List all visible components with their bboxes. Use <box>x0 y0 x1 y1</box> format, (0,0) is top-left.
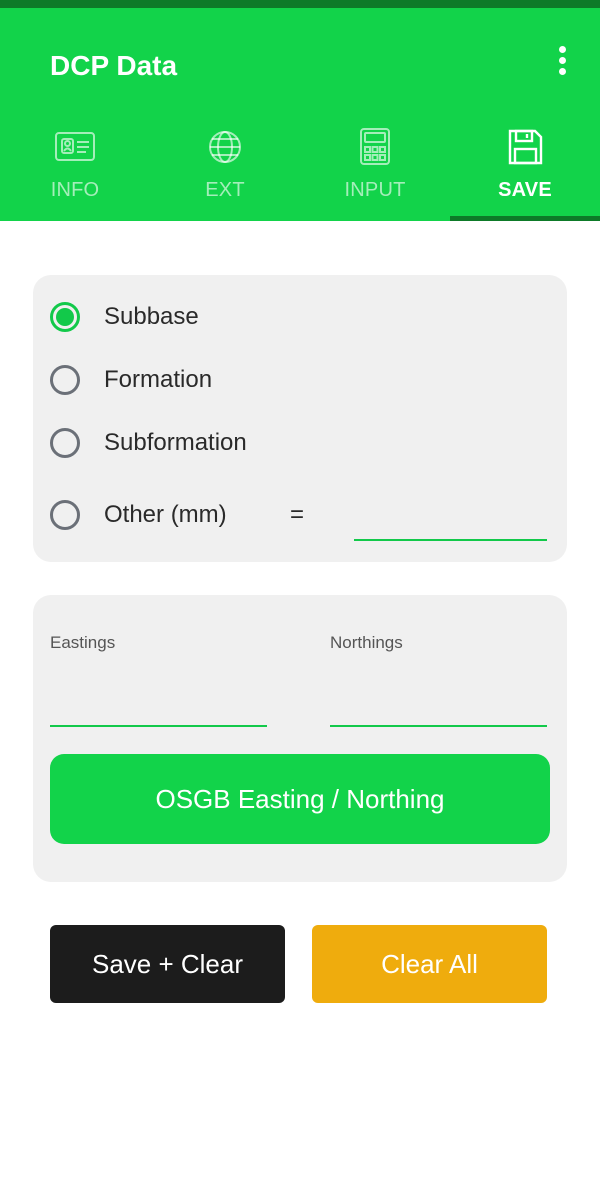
radio-button[interactable] <box>50 365 80 395</box>
radio-formation[interactable]: Formation <box>50 365 212 395</box>
coordinates-card: Eastings Northings OSGB Easting / Northi… <box>33 595 567 882</box>
clear-all-button[interactable]: Clear All <box>312 925 547 1003</box>
radio-label-formation: Formation <box>104 366 213 393</box>
tab-ext-label: EXT <box>205 179 245 201</box>
tab-bar: INFO EXT INPUT SAVE <box>0 121 600 221</box>
eastings-input[interactable] <box>50 687 267 727</box>
save-clear-button[interactable]: Save + Clear <box>50 925 285 1003</box>
status-bar-strip <box>0 0 600 8</box>
menu-dot <box>558 45 566 53</box>
tab-info-label: INFO <box>50 179 100 201</box>
radio-button[interactable] <box>50 500 80 530</box>
tab-ext[interactable]: EXT <box>150 121 300 221</box>
menu-dot <box>558 67 566 75</box>
osgb-easting-northing-button[interactable]: OSGB Easting / Northing <box>50 754 550 844</box>
tab-input[interactable]: INPUT <box>300 121 450 221</box>
floppy-disk-icon <box>508 129 543 165</box>
radio-subbase[interactable]: Subbase <box>50 302 199 332</box>
calculator-icon <box>360 128 390 165</box>
tab-save-label: SAVE <box>498 179 552 201</box>
tab-info[interactable]: INFO <box>0 121 150 221</box>
radio-label-subbase: Subbase <box>104 303 199 330</box>
northings-input[interactable] <box>330 687 547 727</box>
radio-button-checked[interactable] <box>50 302 80 332</box>
menu-dot <box>558 56 566 64</box>
other-mm-input[interactable] <box>354 503 547 541</box>
app-title: DCP Data <box>50 50 178 81</box>
layer-type-card: Subbase Formation Subformation Other (mm… <box>33 275 567 562</box>
radio-label-other: Other (mm) <box>104 501 227 528</box>
tab-save[interactable]: SAVE <box>450 121 600 221</box>
radio-button[interactable] <box>50 428 80 458</box>
radio-label-subformation: Subformation <box>104 429 247 456</box>
northings-label: Northings <box>330 633 403 652</box>
tab-input-label: INPUT <box>344 179 406 201</box>
globe-icon <box>209 131 241 163</box>
eastings-label: Eastings <box>50 633 116 652</box>
id-card-icon <box>55 132 95 161</box>
app-header: DCP Data INFO EXT INPUT SAVE <box>0 8 600 221</box>
radio-other[interactable]: Other (mm) <box>50 500 227 530</box>
equals-sign: = <box>290 501 305 528</box>
radio-subformation[interactable]: Subformation <box>50 428 247 458</box>
more-vertical-icon[interactable] <box>550 40 574 80</box>
